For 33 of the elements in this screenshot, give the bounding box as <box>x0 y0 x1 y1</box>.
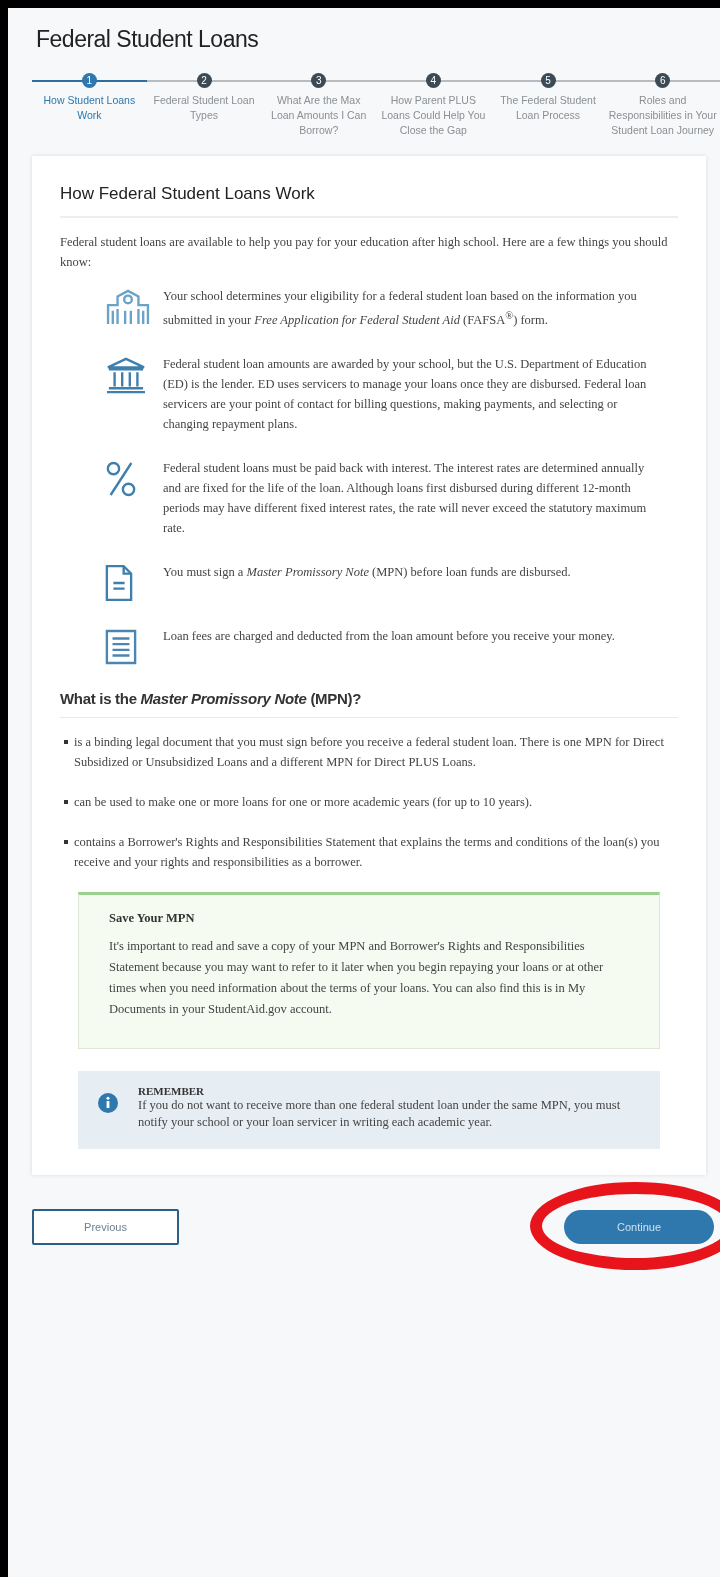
fact-text: Federal student loans must be paid back with interest. The interest rates are determined annually and are fixed for the life of the loan. Although loans first disbursed during different 12-month periods may have different fixed interest rates, the rate will never exceed the statutory maximum rate. <box>163 460 648 538</box>
fact-text: Federal student loan amounts are awarded by your school, but the U.S. Department of Education (ED) is the lender. ED uses servicers to manage your loans once they are disbursed. Federal loan servicers are your point of contact for billing questions, making payments, and selecting or changing repayment plans. <box>163 356 648 434</box>
step-tab[interactable]: 3 What Are the Max Loan Amounts I Can Borrow? <box>261 73 376 138</box>
page-title: Federal Student Loans <box>35 25 260 53</box>
continue-button[interactable]: Continue <box>564 1210 714 1245</box>
list-item-text: is a binding legal document that you must sign before you receive a federal student loan. There is one MPN for Direct Subsidized or Unsubsidized Loans and a different MPN for Direct PLUS Loans. <box>74 734 665 772</box>
step-tab[interactable]: 2 Federal Student Loan Types <box>146 73 262 138</box>
school-building-icon <box>105 288 151 326</box>
bullet-icon <box>64 840 68 845</box>
fact-text: Loan fees are charged and deducted from the loan amount before you receive your money. <box>163 628 615 646</box>
bullet-icon <box>64 740 68 745</box>
fact-text: You must sign a Master Promissory Note (MPN) before loan funds are disbursed. <box>163 564 571 582</box>
callout-title: Save Your MPN <box>109 911 196 927</box>
section-heading: What is the Master Promissory Note (MPN)? <box>60 690 678 719</box>
percent-icon <box>105 460 137 499</box>
intro-text: Federal student loans are available to help you pay for your education after high school. Here are a few things you should know: <box>60 234 669 271</box>
document-icon <box>105 564 133 603</box>
previous-button[interactable]: Previous <box>32 1209 179 1246</box>
bank-building-icon <box>105 356 147 395</box>
bullet-icon <box>64 800 68 805</box>
list-icon <box>105 628 137 667</box>
step-tab[interactable]: 1 How Student Loans Work <box>32 73 147 138</box>
step-tab[interactable]: 4 How Parent PLUS Loans Could Help You Close the Gap <box>376 73 491 138</box>
section-heading: How Federal Student Loans Work <box>60 184 678 218</box>
callout-text: It's important to read and save a copy of your MPN and Borrower's Rights and Responsibilities Statement because you may want to refer to it later when you begin repaying your loans or at other times when you need information about the terms of your loans. You can also find this is in My Documents in your StudentAid.gov account. <box>109 938 605 1019</box>
list-item-text: can be used to make one or more loans for one or more academic years (for up to 10 years). <box>74 794 533 812</box>
step-tab[interactable]: 6 Roles and Responsibilities in Your Student Loan Journey <box>605 73 720 138</box>
list-item-text: contains a Borrower's Rights and Responsibilities Statement that explains the terms and conditions of the loan(s) you receive and your rights and responsibilities as a borrower. <box>74 834 661 872</box>
notice-text: If you do not want to receive more than one federal student loan under the same MPN, you must notify your school or your loan servicer in writing each academic year. <box>138 1097 622 1132</box>
step-tab[interactable]: 5 The Federal Student Loan Process <box>490 73 606 138</box>
notice-title: REMEMBER <box>138 1085 205 1098</box>
info-icon <box>98 1093 118 1114</box>
fact-text: Your school determines your eligibility for a federal student loan based on the information you submitted in your Free Application for Federal Student Aid (FAFSA$^{®}$) form. <box>163 288 638 330</box>
